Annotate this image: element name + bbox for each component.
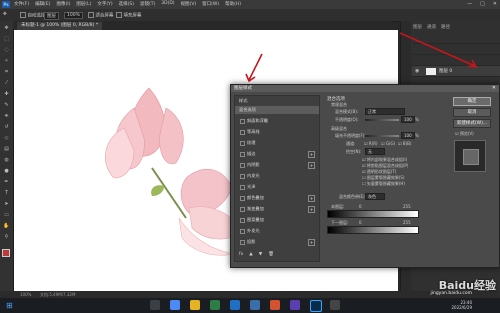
clock-date: 2022/6/29 bbox=[451, 305, 472, 310]
arrow-to-layer bbox=[399, 32, 478, 68]
arrow-to-dialog-title bbox=[245, 53, 263, 83]
app-icon[interactable] bbox=[210, 300, 220, 310]
app-icon[interactable] bbox=[290, 300, 300, 310]
status-bar: 100% 文档:5.49M/7.32M bbox=[0, 291, 500, 298]
edge-browser-icon[interactable] bbox=[230, 300, 240, 310]
store-icon[interactable] bbox=[250, 300, 260, 310]
baidu-watermark-url: jingyan.baidu.com bbox=[430, 291, 472, 296]
folder-icon[interactable] bbox=[190, 300, 200, 310]
photoshop-taskbar-icon[interactable] bbox=[310, 300, 322, 312]
file-explorer-icon[interactable] bbox=[170, 300, 180, 310]
system-clock[interactable]: 23:40 2022/6/29 bbox=[451, 300, 472, 310]
app-icon[interactable] bbox=[330, 300, 340, 310]
status-zoom[interactable]: 100% bbox=[20, 292, 31, 297]
annotation-arrows bbox=[245, 32, 478, 83]
app-icon[interactable] bbox=[270, 300, 280, 310]
search-icon[interactable] bbox=[150, 300, 160, 310]
windows-start-icon[interactable]: ⊞ bbox=[6, 301, 13, 310]
windows-taskbar: ⊞ 23:40 2022/6/29 bbox=[0, 298, 500, 313]
